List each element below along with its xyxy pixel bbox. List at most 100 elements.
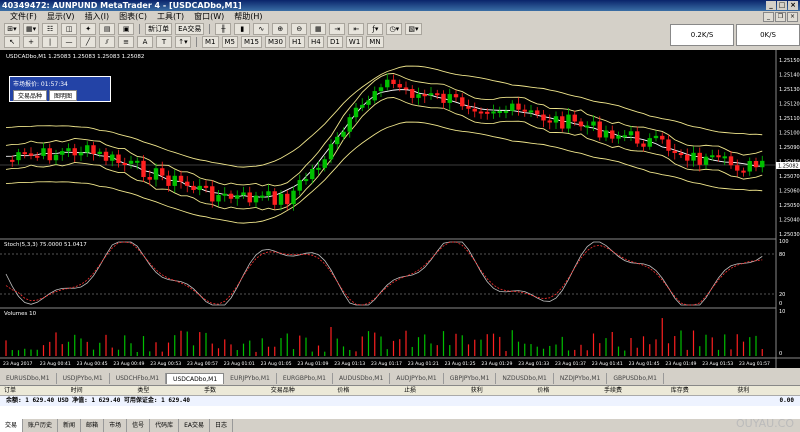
zoom-in-icon[interactable]: ⊕ [272,22,289,35]
menu-insert[interactable]: 插入(I) [85,11,110,22]
chart-minimize-icon[interactable]: _ [763,12,774,22]
chart-canvas[interactable]: 1.25150 1.25140 1.25130 1.25120 1.25110 1.251… [0,50,800,368]
terminal-column-header[interactable]: 止损 [400,386,467,395]
timeframe-h4[interactable]: H4 [307,35,324,48]
tester-icon[interactable]: ▣ [118,22,135,35]
timeframe-m15[interactable]: M15 [241,35,262,48]
menu-help[interactable]: 帮助(H) [234,11,262,22]
tile-windows-icon[interactable]: ▦ [310,22,327,35]
horizontal-line-icon[interactable]: — [61,35,77,48]
chart-tab[interactable]: NZDUSDbo,M1 [496,373,554,384]
timeframe-h1[interactable]: H1 [288,35,305,48]
candle-body [78,152,84,156]
menu-window[interactable]: 窗口(W) [194,11,224,22]
terminal-tab[interactable]: 市场 [104,419,128,432]
terminal-tab[interactable]: 交易 [0,419,24,432]
candle-body [47,148,52,161]
chart-close-icon[interactable]: × [787,12,798,22]
terminal-column-header[interactable]: 手续费 [600,386,667,395]
candle-body [410,89,415,98]
chart-tab[interactable]: EURUSDbo,M1 [0,373,57,384]
terminal-column-header[interactable]: 价格 [533,386,600,395]
toolbar-separator [209,23,211,34]
trendline-icon[interactable]: ╱ [80,35,96,48]
timeframe-mn[interactable]: MN [366,35,384,48]
label-icon[interactable]: T [156,35,172,48]
arrows-icon[interactable]: ↑▾ [175,35,191,48]
terminal-column-header[interactable]: 手数 [200,386,267,395]
menu-tools[interactable]: 工具(T) [157,11,184,22]
zoom-out-icon[interactable]: ⊖ [291,22,308,35]
chart-tab[interactable]: USDCHFbo,M1 [110,373,167,384]
chart-tab[interactable]: GBPUSDbo,M1 [607,373,664,384]
terminal-column-header[interactable]: 价格 [333,386,400,395]
terminal-tab[interactable]: 信号 [127,419,151,432]
terminal-column-header[interactable]: 获利 [467,386,534,395]
terminal-tab[interactable]: EA交易 [179,419,211,432]
cursor-icon[interactable]: ↖ [4,35,20,48]
market-watch-icon[interactable]: ☷ [42,22,59,35]
fibonacci-icon[interactable]: ≡ [118,35,134,48]
candle-body [297,180,302,191]
line-chart-icon[interactable]: ∿ [253,22,270,35]
chart-restore-icon[interactable]: ❐ [775,12,786,22]
balance-row[interactable]: 余额: 1 629.40 USD 净值: 1 629.40 可用保证金: 1 6… [0,396,800,406]
expert-advisors-button[interactable]: EA交易 [175,22,205,35]
timeframe-d1[interactable]: D1 [326,35,343,48]
symbols-tab-button[interactable]: 交易品种 [13,90,48,101]
chart-tab[interactable]: USDJPYbo,M1 [57,373,110,384]
periods-icon[interactable]: ◷▾ [386,22,403,35]
new-chart-icon[interactable]: ⊞▾ [4,22,20,35]
terminal-tab[interactable]: 新闻 [58,419,82,432]
candle-body [316,167,321,170]
terminal-column-header[interactable]: 订单 [0,386,67,395]
chart-shift-icon[interactable]: ⇤ [348,22,365,35]
timeframe-m5[interactable]: M5 [221,35,238,48]
candle-body [91,145,96,154]
timeframe-w1[interactable]: W1 [345,35,364,48]
chart-tab[interactable]: USDCADbo,M1 [166,373,225,384]
bar-chart-icon[interactable]: ╫ [215,22,232,35]
chart-tab[interactable]: AUDJPYbo,M1 [390,373,444,384]
terminal-column-header[interactable]: 类型 [133,386,200,395]
terminal-column-header[interactable]: 库存费 [667,386,734,395]
templates-icon[interactable]: ▧▾ [405,22,422,35]
terminal-column-header[interactable]: 交易品种 [267,386,334,395]
menu-file[interactable]: 文件(F) [10,11,37,22]
terminal-tab[interactable]: 邮箱 [81,419,105,432]
terminal-column-header[interactable]: 获利 [733,386,800,395]
profiles-icon[interactable]: ▦▾ [23,22,40,35]
data-window-icon[interactable]: ◫ [61,22,78,35]
menu-view[interactable]: 显示(V) [47,11,75,22]
terminal-icon[interactable]: ▤ [99,22,116,35]
candle-body [528,110,534,113]
maximize-icon[interactable]: □ [777,1,787,10]
profit-value: 0.00 [779,397,794,404]
text-icon[interactable]: A [137,35,153,48]
timeframe-m30[interactable]: M30 [264,35,286,48]
minimize-icon[interactable]: _ [766,1,776,10]
chart-window[interactable]: 1.25150 1.25140 1.25130 1.25120 1.25110 1.251… [0,50,800,368]
terminal-tab[interactable]: 代码库 [150,419,180,432]
chart-tab[interactable]: NZDJPYbo,M1 [554,373,608,384]
indicators-icon[interactable]: ƒ▾ [367,22,384,35]
vertical-line-icon[interactable]: | [42,35,58,48]
close-icon[interactable]: × [788,1,798,10]
timeframe-m1[interactable]: M1 [202,35,219,48]
autoscroll-icon[interactable]: ⇥ [329,22,346,35]
candle-chart-icon[interactable]: ▮ [234,22,251,35]
tick-chart-tab-button[interactable]: 图明图 [49,90,78,101]
market-watch-popup[interactable]: 市场报价: 01:57:34 交易品种 图明图 [9,76,111,102]
terminal-tab[interactable]: 日志 [210,419,234,432]
channel-icon[interactable]: ⫽ [99,35,115,48]
chart-tab[interactable]: EURGBPbo,M1 [277,373,333,384]
terminal-tab[interactable]: 账户历史 [23,419,59,432]
chart-tab[interactable]: GBPJPYbo,M1 [444,373,497,384]
menu-charts[interactable]: 图表(C) [119,11,147,22]
chart-tab[interactable]: AUDUSDbo,M1 [333,373,391,384]
chart-tab[interactable]: EURJPYbo,M1 [224,373,277,384]
terminal-column-header[interactable]: 时间 [67,386,134,395]
navigator-icon[interactable]: ✦ [80,22,97,35]
crosshair-icon[interactable]: + [23,35,39,48]
new-order-button[interactable]: 新订单 [145,22,173,35]
